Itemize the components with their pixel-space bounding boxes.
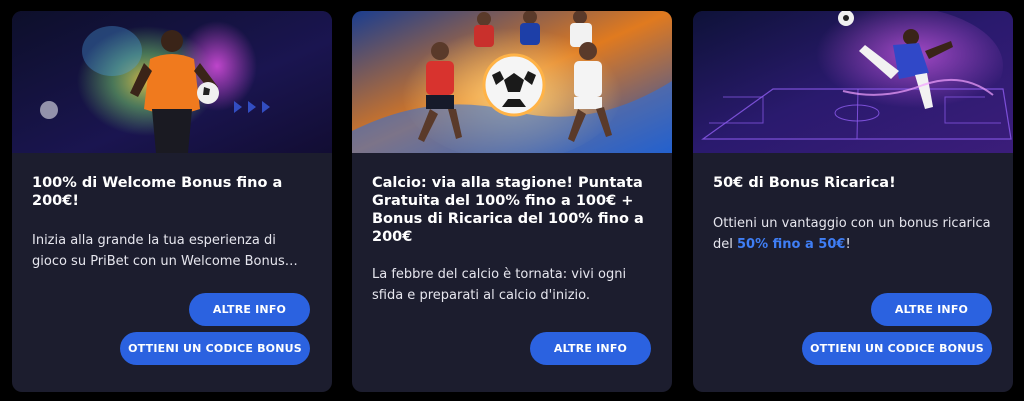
footballer-kick-neon-pitch-illustration [693, 11, 1013, 153]
card-description: La febbre del calcio è tornata: vivi ogn… [372, 267, 627, 303]
promo-cards: 100% di Welcome Bonus fino a 200€! Inizi… [0, 0, 1024, 401]
get-bonus-code-button[interactable]: OTTIENI UN CODICE BONUS [802, 332, 992, 365]
card-title: 100% di Welcome Bonus fino a 200€! [32, 175, 283, 209]
promo-image-football-season[interactable] [352, 11, 672, 153]
card-title: 50€ di Bonus Ricarica! [713, 175, 896, 191]
promo-card-welcome-bonus: 100% di Welcome Bonus fino a 200€! Inizi… [12, 11, 332, 392]
promo-image-welcome[interactable] [12, 11, 332, 153]
promo-card-reload-bonus: 50€ di Bonus Ricarica! Ottieni un vantag… [693, 11, 1013, 392]
get-bonus-code-button[interactable]: OTTIENI UN CODICE BONUS [120, 332, 310, 365]
description-highlight: 50% fino a 50€ [737, 237, 846, 252]
description-text-end: ! [845, 237, 851, 252]
football-players-ball-illustration [352, 11, 672, 153]
more-info-button[interactable]: ALTRE INFO [871, 293, 992, 326]
footballer-color-powder-illustration [12, 11, 332, 153]
promo-image-reload-bonus[interactable] [693, 11, 1013, 153]
card-title: Calcio: via alla stagione! Puntata Gratu… [372, 175, 644, 245]
promo-card-football-season: Calcio: via alla stagione! Puntata Gratu… [352, 11, 672, 392]
more-info-button[interactable]: ALTRE INFO [189, 293, 310, 326]
card-description: Ottieni un vantaggio con un bonus ricari… [713, 213, 995, 255]
more-info-button[interactable]: ALTRE INFO [530, 332, 651, 365]
card-description: Inizia alla grande la tua esperienza di … [32, 233, 298, 269]
